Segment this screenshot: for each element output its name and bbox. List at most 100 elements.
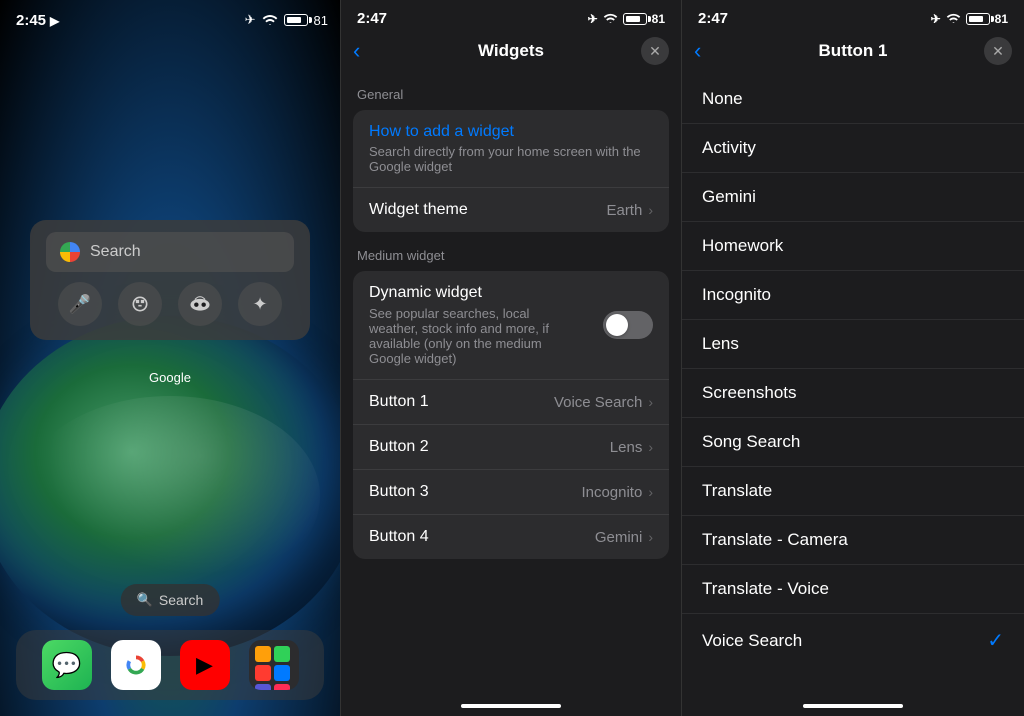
battery-icon (284, 14, 308, 26)
google-search-widget[interactable]: Search 🎤 ✦ (30, 220, 310, 340)
youtube-app-icon[interactable]: ▶ (180, 640, 230, 690)
picker-option-translate---voice[interactable]: Translate - Voice (682, 565, 1024, 614)
chrome-app-icon[interactable] (111, 640, 161, 690)
grid-app-icon[interactable] (249, 640, 299, 690)
button1-title: Button 1 (819, 41, 888, 61)
picker-option-none[interactable]: None (682, 75, 1024, 124)
close-button[interactable]: ✕ (641, 37, 669, 65)
picker-option-label: Song Search (702, 432, 800, 452)
airplane-icon: ✈ (245, 12, 256, 28)
time-label: 2:45 (16, 12, 46, 29)
wifi-icon (262, 13, 278, 28)
status-icons-3: ✈ 81 (931, 12, 1008, 26)
picker-option-label: Voice Search (702, 631, 802, 651)
close-button-3[interactable]: ✕ (984, 37, 1012, 65)
picker-option-lens[interactable]: Lens (682, 320, 1024, 369)
button-row-button3[interactable]: Button 3 Incognito › (353, 470, 669, 515)
wifi-icon-3 (946, 12, 961, 26)
sparkle-icon-button[interactable]: ✦ (238, 282, 282, 326)
status-bar-time: 2:45 ▶ (16, 12, 59, 29)
button-value: Voice Search (554, 394, 642, 411)
search-icon: 🔍 (137, 592, 153, 608)
mic-icon-button[interactable]: 🎤 (58, 282, 102, 326)
home-indicator-3 (803, 704, 903, 708)
how-to-desc: Search directly from your home screen wi… (369, 144, 653, 174)
picker-option-label: Translate - Voice (702, 579, 829, 599)
search-bar[interactable]: Search (46, 232, 294, 272)
picker-option-label: None (702, 89, 743, 109)
close-icon: ✕ (649, 43, 661, 60)
button-row-button4[interactable]: Button 4 Gemini › (353, 515, 669, 559)
button-label: Button 2 (369, 438, 429, 456)
status-bar-icons: ✈ 81 (245, 12, 328, 28)
button-label: Button 1 (369, 393, 429, 411)
how-to-row[interactable]: How to add a widget Search directly from… (353, 110, 669, 188)
widget-theme-row[interactable]: Widget theme Earth › (353, 188, 669, 232)
google-g-logo (60, 242, 80, 262)
picker-option-gemini[interactable]: Gemini (682, 173, 1024, 222)
location-icon: ▶ (50, 14, 59, 28)
battery-pct-2: 81 (652, 12, 665, 26)
picker-option-label: Gemini (702, 187, 756, 207)
home-screen: 2:45 ▶ ✈ 81 Search 🎤 ✦ Google 🔍 Sear (0, 0, 340, 716)
button-row-button1[interactable]: Button 1 Voice Search › (353, 380, 669, 425)
picker-option-voice-search[interactable]: Voice Search ✓ (682, 614, 1024, 667)
button-value: Gemini (595, 529, 643, 546)
dynamic-widget-row: Dynamic widget See popular searches, loc… (353, 271, 669, 380)
checkmark-icon: ✓ (987, 628, 1004, 653)
picker-option-incognito[interactable]: Incognito (682, 271, 1024, 320)
google-app-label: Google (0, 370, 340, 385)
dynamic-toggle[interactable] (603, 311, 653, 339)
status-bar-panel3: 2:47 ✈ 81 (682, 0, 1024, 27)
picker-option-song-search[interactable]: Song Search (682, 418, 1024, 467)
battery-icon-3 (966, 13, 990, 25)
toggle-knob (606, 314, 628, 336)
picker-option-label: Screenshots (702, 383, 797, 403)
back-button[interactable]: ‹ (353, 38, 360, 64)
picker-options-container: None Activity Gemini Homework Incognito … (682, 75, 1024, 667)
search-text-label: Search (159, 592, 203, 608)
widget-theme-label: Widget theme (369, 201, 468, 219)
widget-icon-row: 🎤 ✦ (46, 272, 294, 328)
nav-bar-widgets: ‹ Widgets ✕ (341, 27, 681, 75)
dynamic-widget-desc: See popular searches, local weather, sto… (369, 306, 569, 366)
picker-option-label: Activity (702, 138, 756, 158)
chevron-icon: › (648, 529, 653, 545)
widget-theme-value: Earth (606, 202, 642, 219)
medium-widget-card: Dynamic widget See popular searches, loc… (353, 271, 669, 559)
bottom-search-bar[interactable]: 🔍 Search (121, 584, 220, 616)
messages-app-icon[interactable]: 💬 (42, 640, 92, 690)
back-button-3[interactable]: ‹ (694, 38, 701, 64)
home-indicator (461, 704, 561, 708)
app-dock: 💬 ▶ (16, 630, 324, 700)
picker-option-label: Incognito (702, 285, 771, 305)
incognito-icon-button[interactable] (178, 282, 222, 326)
picker-option-homework[interactable]: Homework (682, 222, 1024, 271)
chevron-icon: › (648, 202, 653, 218)
medium-widget-section-label: Medium widget (341, 236, 681, 267)
nav-bar-button1: ‹ Button 1 ✕ (682, 27, 1024, 75)
time-label-3: 2:47 (698, 10, 728, 27)
picker-option-label: Translate - Camera (702, 530, 848, 550)
picker-option-translate[interactable]: Translate (682, 467, 1024, 516)
button-row-button2[interactable]: Button 2 Lens › (353, 425, 669, 470)
close-icon-3: ✕ (992, 43, 1004, 60)
chevron-icon: › (648, 394, 653, 410)
how-to-link[interactable]: How to add a widget (369, 123, 653, 141)
picker-option-label: Lens (702, 334, 739, 354)
picker-option-screenshots[interactable]: Screenshots (682, 369, 1024, 418)
widgets-settings-panel: 2:47 ✈ 81 ‹ Widgets ✕ General How to add… (340, 0, 682, 716)
general-section-label: General (341, 75, 681, 106)
earth-cloud (20, 396, 320, 596)
chevron-icon: › (648, 484, 653, 500)
airplane-icon-3: ✈ (931, 12, 941, 26)
wifi-icon-2 (603, 12, 618, 26)
picker-option-label: Translate (702, 481, 772, 501)
lens-icon-button[interactable] (118, 282, 162, 326)
picker-option-translate---camera[interactable]: Translate - Camera (682, 516, 1024, 565)
battery-pct-3: 81 (995, 12, 1008, 26)
status-bar-panel2: 2:47 ✈ 81 (341, 0, 681, 27)
button-settings-list: Button 1 Voice Search › Button 2 Lens › … (353, 380, 669, 559)
airplane-icon-2: ✈ (588, 12, 598, 26)
picker-option-activity[interactable]: Activity (682, 124, 1024, 173)
